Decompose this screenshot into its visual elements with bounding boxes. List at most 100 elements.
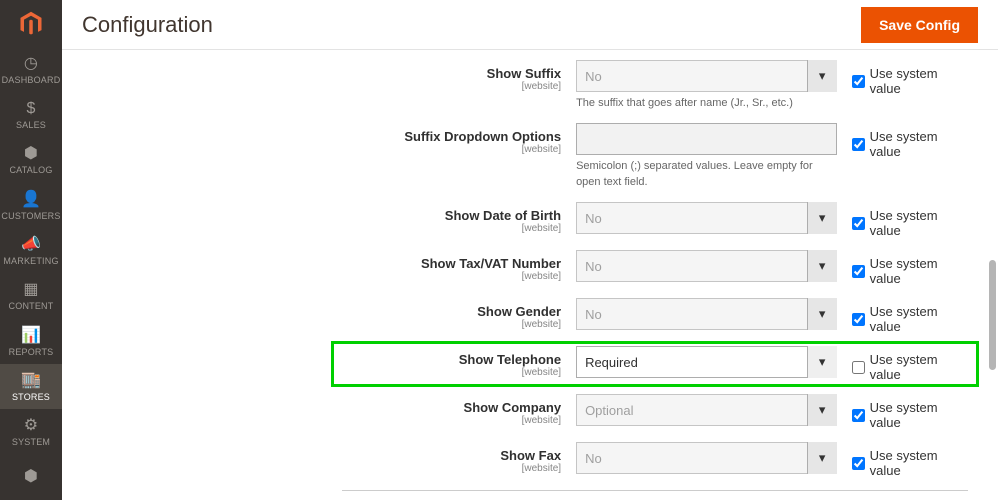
sidebar-item-customers[interactable]: 👤 CUSTOMERS bbox=[0, 183, 62, 228]
page-header: Configuration Save Config bbox=[62, 0, 998, 50]
stores-icon: 🏬 bbox=[21, 372, 41, 390]
use-system-checkbox[interactable] bbox=[852, 217, 865, 230]
use-system-value[interactable]: Use system value bbox=[852, 202, 968, 238]
sidebar-item-label: CATALOG bbox=[9, 165, 52, 175]
field-control: Optional▾ bbox=[576, 394, 837, 426]
sidebar-item-marketing[interactable]: 📣 MARKETING bbox=[0, 228, 62, 273]
taxvat-select: No bbox=[576, 250, 837, 282]
field-label: Suffix Dropdown Options[website] bbox=[342, 123, 576, 155]
field-row-suffix: Show Suffix[website]No▾The suffix that g… bbox=[342, 60, 968, 111]
sidebar-item-system[interactable]: ⚙SYSTEM bbox=[0, 409, 62, 454]
use-system-label: Use system value bbox=[870, 304, 968, 334]
field-control: Semicolon (;) separated values. Leave em… bbox=[576, 123, 837, 190]
field-row-suffix_opts: Suffix Dropdown Options[website]Semicolo… bbox=[342, 123, 968, 190]
use-system-value[interactable]: Use system value bbox=[852, 298, 968, 334]
use-system-value[interactable]: Use system value bbox=[852, 346, 968, 382]
use-system-label: Use system value bbox=[870, 400, 968, 430]
fax-select: No bbox=[576, 442, 837, 474]
field-row-telephone: Show Telephone[website]Required▾Use syst… bbox=[336, 346, 974, 382]
use-system-checkbox[interactable] bbox=[852, 361, 865, 374]
field-label: Show Tax/VAT Number[website] bbox=[342, 250, 576, 282]
field-label: Show Fax[website] bbox=[342, 442, 576, 474]
field-row-company: Show Company[website]Optional▾ Use system… bbox=[342, 394, 968, 430]
extensions-icon: ⬢ bbox=[24, 468, 38, 486]
sidebar-item-extensions[interactable]: ⬢ bbox=[0, 455, 62, 500]
field-control: No▾The suffix that goes after name (Jr.,… bbox=[576, 60, 837, 111]
main-area: Configuration Save Config Show Suffix[we… bbox=[62, 0, 998, 500]
use-system-value[interactable]: Use system value bbox=[852, 250, 968, 286]
use-system-checkbox[interactable] bbox=[852, 313, 865, 326]
use-system-value[interactable]: Use system value bbox=[852, 394, 968, 430]
field-label-text: Show Company bbox=[464, 400, 562, 415]
sidebar-item-label: CONTENT bbox=[9, 301, 54, 311]
scrollbar-thumb[interactable] bbox=[989, 260, 996, 370]
magento-logo[interactable] bbox=[0, 0, 62, 47]
sidebar-item-label: CUSTOMERS bbox=[1, 211, 60, 221]
field-control: No▾ bbox=[576, 298, 837, 330]
system-icon: ⚙ bbox=[24, 417, 39, 435]
sidebar-item-catalog[interactable]: ⬢ CATALOG bbox=[0, 138, 62, 183]
use-system-checkbox[interactable] bbox=[852, 265, 865, 278]
config-form: Show Suffix[website]No▾The suffix that g… bbox=[62, 50, 998, 500]
field-control: Required▾ bbox=[576, 346, 837, 378]
field-label-text: Show Fax bbox=[500, 448, 561, 463]
field-label-text: Show Telephone bbox=[459, 352, 561, 367]
suffix-select: No bbox=[576, 60, 837, 92]
sidebar-item-label: REPORTS bbox=[9, 347, 54, 357]
save-config-button[interactable]: Save Config bbox=[861, 7, 978, 43]
field-label-text: Show Date of Birth bbox=[445, 208, 561, 223]
dashboard-icon: ◷ bbox=[24, 55, 38, 73]
use-system-checkbox[interactable] bbox=[852, 409, 865, 422]
field-label: Show Gender[website] bbox=[342, 298, 576, 330]
field-control: No▾ bbox=[576, 442, 837, 474]
field-label-text: Show Suffix bbox=[487, 66, 561, 81]
use-system-label: Use system value bbox=[870, 256, 968, 286]
field-label: Show Suffix[website] bbox=[342, 60, 576, 92]
field-scope: [website] bbox=[342, 367, 561, 378]
sidebar-item-stores[interactable]: 🏬 STORES bbox=[0, 364, 62, 409]
sales-icon: $ bbox=[26, 100, 35, 118]
use-system-label: Use system value bbox=[870, 448, 968, 478]
sidebar-item-reports[interactable]: 📊 REPORTS bbox=[0, 319, 62, 364]
sidebar-item-sales[interactable]: $SALES bbox=[0, 92, 62, 137]
sidebar-item-content[interactable]: ▦CONTENT bbox=[0, 274, 62, 319]
field-help-text: Semicolon (;) separated values. Leave em… bbox=[576, 159, 837, 190]
telephone-select[interactable]: Required bbox=[576, 346, 837, 378]
use-system-checkbox[interactable] bbox=[852, 457, 865, 470]
use-system-checkbox[interactable] bbox=[852, 138, 865, 151]
customers-icon: 👤 bbox=[21, 191, 41, 209]
sidebar-item-label: MARKETING bbox=[3, 256, 58, 266]
section-login-options[interactable]: Login Options ⌄ bbox=[342, 490, 968, 500]
use-system-checkbox[interactable] bbox=[852, 75, 865, 88]
field-row-dob: Show Date of Birth[website]No▾ Use system… bbox=[342, 202, 968, 238]
use-system-label: Use system value bbox=[870, 208, 968, 238]
field-scope: [website] bbox=[342, 271, 561, 282]
sidebar-item-dashboard[interactable]: ◷DASHBOARD bbox=[0, 47, 62, 92]
field-control: No▾ bbox=[576, 202, 837, 234]
field-label: Show Company[website] bbox=[342, 394, 576, 426]
use-system-label: Use system value bbox=[870, 66, 968, 96]
field-label-text: Show Tax/VAT Number bbox=[421, 256, 561, 271]
field-label: Show Date of Birth[website] bbox=[342, 202, 576, 234]
marketing-icon: 📣 bbox=[21, 236, 41, 254]
field-scope: [website] bbox=[342, 81, 561, 92]
company-select: Optional bbox=[576, 394, 837, 426]
field-row-gender: Show Gender[website]No▾Use system value bbox=[342, 298, 968, 334]
use-system-value[interactable]: Use system value bbox=[852, 123, 968, 159]
reports-icon: 📊 bbox=[21, 327, 41, 345]
page-title: Configuration bbox=[82, 12, 861, 38]
sidebar-item-label: STORES bbox=[12, 392, 50, 402]
field-help-text: The suffix that goes after name (Jr., Sr… bbox=[576, 96, 837, 111]
use-system-value[interactable]: Use system value bbox=[852, 60, 968, 96]
field-scope: [website] bbox=[342, 463, 561, 474]
scrollbar[interactable] bbox=[989, 50, 996, 490]
field-label-text: Show Gender bbox=[477, 304, 561, 319]
field-scope: [website] bbox=[342, 319, 561, 330]
catalog-icon: ⬢ bbox=[24, 145, 38, 163]
suffix_opts-input bbox=[576, 123, 837, 155]
field-row-taxvat: Show Tax/VAT Number[website]No▾Use syste… bbox=[342, 250, 968, 286]
use-system-value[interactable]: Use system value bbox=[852, 442, 968, 478]
field-control: No▾ bbox=[576, 250, 837, 282]
field-label: Show Telephone[website] bbox=[342, 346, 576, 378]
field-scope: [website] bbox=[342, 144, 561, 155]
